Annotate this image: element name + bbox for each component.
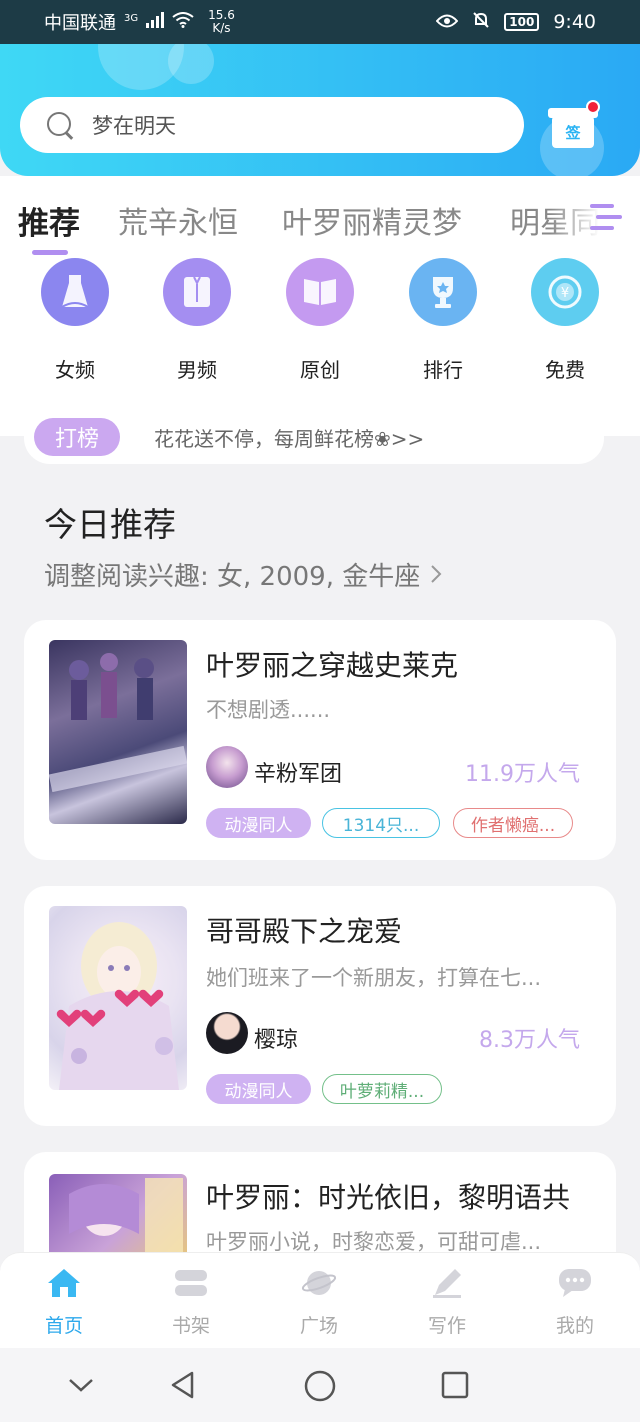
svg-text:¥: ¥	[561, 286, 569, 301]
home-circle-icon[interactable]	[304, 1370, 336, 1402]
recents-icon[interactable]	[440, 1370, 470, 1400]
nav-label: 首页	[44, 1315, 83, 1337]
author-name: 辛粉军团	[254, 762, 343, 787]
book-description: 她们班来了一个新朋友，打算在七...	[206, 966, 542, 990]
category-ranking[interactable]: 排行	[398, 258, 488, 383]
category-female[interactable]: 女频	[30, 258, 120, 383]
nav-square[interactable]: 广场	[269, 1267, 369, 1338]
yuan-coin-icon: ¥	[531, 258, 599, 326]
category-label: 免费	[545, 358, 585, 382]
category-label: 原创	[300, 358, 340, 382]
carrier-name: 中国联通	[44, 13, 116, 34]
eye-icon	[435, 12, 459, 33]
book-title: 哥哥殿下之宠爱	[206, 915, 403, 948]
promo-text: 花花送不停，每周鲜花榜❀>>	[154, 426, 425, 451]
book-card[interactable]: 哥哥殿下之宠爱 她们班来了一个新朋友，打算在七... 樱琼 8.3万人气 动漫同…	[24, 886, 616, 1126]
popularity-count: 11.9万人气	[465, 762, 580, 787]
category-free[interactable]: ¥ 免费	[520, 258, 610, 383]
tab-bar: 推荐 荒辛永恒 叶罗丽精灵梦 明星同	[0, 176, 640, 256]
nav-label: 书架	[171, 1315, 210, 1337]
category-original[interactable]: 原创	[275, 258, 365, 383]
dress-icon	[41, 258, 109, 326]
reading-interest-text: 调整阅读兴趣: 女, 2009, 金牛座	[44, 562, 421, 592]
chat-icon	[557, 1267, 593, 1299]
section-title: 今日推荐	[44, 505, 176, 544]
network-speed: 15.6 K/s	[208, 9, 235, 35]
book-description: 不想剧透......	[206, 698, 331, 722]
status-bar: 中国联通 3G 15.6 K/s 100 9:40	[0, 0, 640, 44]
menu-icon[interactable]	[590, 202, 622, 232]
category-row: 女频 男频 原创 排行 ¥ 免费	[0, 256, 640, 436]
sign-in-label: 签	[565, 123, 581, 142]
promo-banner[interactable]: 打榜 花花送不停，每周鲜花榜❀>>	[24, 410, 604, 464]
reading-interest-link[interactable]: 调整阅读兴趣: 女, 2009, 金牛座	[44, 556, 443, 593]
tab-yeluoli[interactable]: 叶罗丽精灵梦	[282, 198, 462, 242]
book-card[interactable]: 叶罗丽之穿越史莱克 不想剧透...... 辛粉军团 11.9万人气 动漫同人 1…	[24, 620, 616, 860]
category-label: 男频	[177, 358, 217, 382]
book-tag[interactable]: 叶萝莉精...	[322, 1074, 442, 1104]
bookshelf-icon	[173, 1267, 209, 1299]
nav-label: 广场	[299, 1315, 338, 1337]
nav-label: 写作	[427, 1315, 466, 1337]
pen-icon	[429, 1267, 465, 1299]
nav-mine[interactable]: 我的	[525, 1267, 625, 1338]
popularity-count: 8.3万人气	[479, 1028, 580, 1053]
book-title: 叶罗丽：时光依旧，黎明语共	[206, 1181, 571, 1214]
nav-bookshelf[interactable]: 书架	[141, 1267, 241, 1338]
decor-bubble	[168, 44, 214, 84]
sign-in-gift-button[interactable]: 签	[548, 100, 600, 152]
search-placeholder: 梦在明天	[92, 114, 176, 138]
notification-dot	[586, 100, 600, 114]
genre-tag[interactable]: 动漫同人	[206, 808, 311, 838]
book-tag[interactable]: 作者懒癌...	[453, 808, 573, 838]
bottom-nav: 首页 书架 广场 写作 我的	[0, 1252, 640, 1348]
category-label: 排行	[423, 358, 463, 382]
nav-label: 我的	[555, 1315, 594, 1337]
back-icon[interactable]	[168, 1370, 198, 1400]
chevron-right-icon	[429, 562, 443, 592]
book-tag[interactable]: 1314只...	[322, 808, 440, 838]
book-title: 叶罗丽之穿越史莱克	[206, 649, 459, 682]
avatar	[206, 746, 248, 788]
nav-write[interactable]: 写作	[397, 1267, 497, 1338]
signal-icon	[146, 11, 165, 33]
active-tab-indicator	[32, 250, 68, 255]
genre-tag[interactable]: 动漫同人	[206, 1074, 311, 1104]
avatar	[206, 1012, 248, 1054]
tab-huangxin[interactable]: 荒辛永恒	[118, 198, 238, 242]
network-type: 3G	[124, 12, 139, 24]
promo-tag: 打榜	[34, 418, 120, 456]
nav-home[interactable]: 首页	[14, 1267, 114, 1338]
book-icon	[286, 258, 354, 326]
book-cover	[49, 640, 187, 824]
search-bar[interactable]: 梦在明天	[20, 97, 524, 153]
tab-recommend[interactable]: 推荐	[18, 198, 80, 243]
battery-indicator: 100	[504, 13, 540, 31]
author-name: 樱琼	[254, 1028, 299, 1053]
speed-unit: K/s	[212, 21, 231, 35]
mute-bell-icon	[472, 11, 490, 34]
clock: 9:40	[553, 11, 596, 33]
home-icon	[46, 1267, 82, 1299]
planet-icon	[301, 1267, 337, 1299]
gift-icon: 签	[552, 116, 594, 148]
system-nav-bar	[0, 1348, 640, 1422]
shirt-icon	[163, 258, 231, 326]
trophy-icon	[409, 258, 477, 326]
category-male[interactable]: 男频	[152, 258, 242, 383]
search-icon	[46, 111, 74, 139]
book-cover	[49, 906, 187, 1090]
chevron-down-icon[interactable]	[66, 1370, 96, 1400]
header: 梦在明天 签	[0, 44, 640, 176]
category-label: 女频	[55, 358, 95, 382]
wifi-icon	[172, 11, 194, 33]
